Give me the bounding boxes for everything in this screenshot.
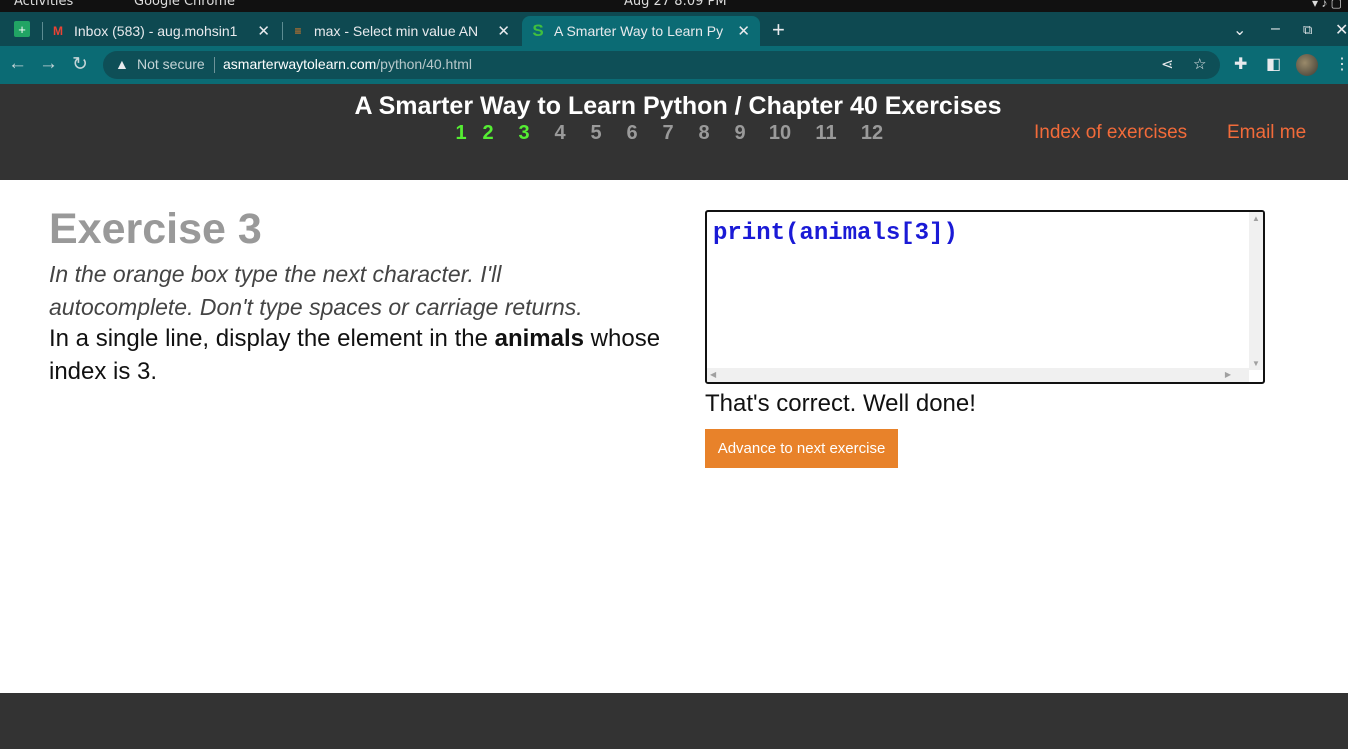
tab-stackoverflow[interactable]: ≡ max - Select min value AN ✕ bbox=[290, 16, 520, 46]
horizontal-scrollbar[interactable]: ◀ ▶ bbox=[707, 368, 1249, 382]
code-text[interactable]: print(animals[3]) bbox=[713, 220, 958, 247]
tab-strip: + M Inbox (583) - aug.mohsin1 ✕ ≡ max - … bbox=[0, 12, 1348, 46]
index-of-exercises-link[interactable]: Index of exercises bbox=[1034, 122, 1187, 144]
extensions-icon[interactable]: ✚ bbox=[1234, 54, 1247, 74]
url-domain: asmarterwaytolearn.com bbox=[223, 56, 377, 72]
exercise-heading: Exercise 3 bbox=[49, 205, 262, 253]
close-window-icon[interactable]: ✕ bbox=[1335, 20, 1348, 40]
tab-title: max - Select min value AN bbox=[314, 23, 479, 39]
url-path: /python/40.html bbox=[376, 56, 473, 72]
system-tray-icons[interactable]: ▾ ♪ ▢ bbox=[1312, 0, 1342, 10]
scroll-left-icon[interactable]: ◀ bbox=[710, 370, 716, 379]
task-text: In a single line, display the element in… bbox=[49, 322, 669, 388]
exercise-number-link[interactable]: 8 bbox=[686, 122, 722, 145]
task-prefix: In a single line, display the element in… bbox=[49, 325, 495, 352]
tab-gmail[interactable]: M Inbox (583) - aug.mohsin1 ✕ bbox=[50, 16, 280, 46]
close-icon[interactable]: ✕ bbox=[737, 22, 750, 40]
exercise-number-nav: 1 2 3 4 5 6 7 8 9 10 11 12 bbox=[452, 122, 894, 145]
exercise-number-link[interactable]: 7 bbox=[650, 122, 686, 145]
close-icon[interactable]: ✕ bbox=[257, 22, 270, 40]
instruction-text: In the orange box type the next characte… bbox=[49, 261, 583, 320]
share-icon[interactable]: ⋖ bbox=[1161, 55, 1174, 73]
app-menu[interactable]: Google Chrome bbox=[134, 0, 235, 9]
tab-title: A Smarter Way to Learn Py bbox=[554, 23, 724, 39]
exercise-number-link[interactable]: 10 bbox=[758, 122, 802, 145]
exercise-number-link[interactable]: 2 bbox=[470, 122, 506, 145]
menu-icon[interactable]: ⋮ bbox=[1334, 54, 1348, 74]
advance-next-exercise-button[interactable]: Advance to next exercise bbox=[705, 429, 898, 468]
stackoverflow-icon: ≡ bbox=[294, 24, 302, 38]
close-icon[interactable]: ✕ bbox=[497, 22, 510, 40]
tab-title: Inbox (583) - aug.mohsin1 bbox=[74, 23, 238, 39]
profile-avatar[interactable] bbox=[1296, 54, 1318, 76]
exercise-number-link[interactable]: 6 bbox=[614, 122, 650, 145]
address-bar[interactable]: ▲ Not secure asmarterwaytolearn.com/pyth… bbox=[103, 51, 1220, 79]
security-label[interactable]: Not secure bbox=[137, 56, 205, 72]
warning-icon[interactable]: ▲ bbox=[115, 56, 129, 72]
back-icon[interactable]: ← bbox=[8, 53, 27, 75]
new-tab-icon[interactable]: + bbox=[772, 17, 785, 43]
reload-icon[interactable]: ↻ bbox=[72, 53, 88, 76]
clock[interactable]: Aug 27 8:09 PM bbox=[624, 0, 727, 9]
tab-search-icon[interactable]: ⌄ bbox=[1233, 20, 1246, 40]
task-keyword: animals bbox=[494, 325, 584, 352]
exercise-number-link[interactable]: 5 bbox=[578, 122, 614, 145]
exercise-number-link[interactable]: 12 bbox=[850, 122, 894, 145]
exercise-number-link[interactable]: 11 bbox=[802, 122, 850, 145]
vertical-scrollbar[interactable]: ▲ ▼ bbox=[1249, 212, 1263, 370]
side-panel-icon[interactable]: ◧ bbox=[1266, 54, 1281, 74]
email-me-link[interactable]: Email me bbox=[1227, 122, 1306, 144]
scroll-down-icon[interactable]: ▼ bbox=[1252, 359, 1260, 368]
scroll-right-icon[interactable]: ▶ bbox=[1225, 370, 1231, 379]
minimize-icon[interactable]: – bbox=[1271, 20, 1280, 38]
feedback-message: That's correct. Well done! bbox=[705, 390, 976, 417]
site-header: A Smarter Way to Learn Python / Chapter … bbox=[0, 84, 1348, 180]
forward-icon[interactable]: → bbox=[39, 53, 58, 75]
tab-separator bbox=[282, 22, 283, 40]
sheets-pinned-tab-icon[interactable]: + bbox=[14, 21, 30, 37]
tab-separator bbox=[42, 22, 43, 40]
restore-icon[interactable]: ⧉ bbox=[1303, 22, 1312, 38]
site-title: A Smarter Way to Learn Python / Chapter … bbox=[354, 92, 1002, 120]
browser-toolbar: ← → ↻ ▲ Not secure asmarterwaytolearn.co… bbox=[0, 46, 1348, 84]
site-s-icon: S bbox=[532, 21, 544, 40]
code-editor[interactable]: print(animals[3]) ▲ ▼ ◀ ▶ bbox=[705, 210, 1265, 384]
exercise-number-link[interactable]: 3 bbox=[506, 122, 542, 145]
os-top-bar: Activities Google Chrome Aug 27 8:09 PM … bbox=[0, 0, 1348, 12]
exercise-number-link[interactable]: 1 bbox=[452, 122, 470, 145]
url-text[interactable]: asmarterwaytolearn.com/python/40.html bbox=[223, 56, 472, 72]
site-footer bbox=[0, 693, 1348, 749]
scroll-up-icon[interactable]: ▲ bbox=[1252, 214, 1260, 223]
gmail-icon: M bbox=[53, 24, 63, 38]
exercise-number-link[interactable]: 4 bbox=[542, 122, 578, 145]
activities-button[interactable]: Activities bbox=[14, 0, 73, 9]
tab-smarter-way[interactable]: S A Smarter Way to Learn Py ✕ bbox=[522, 16, 760, 46]
divider bbox=[214, 57, 215, 73]
bookmark-star-icon[interactable]: ☆ bbox=[1193, 55, 1206, 73]
exercise-number-link[interactable]: 9 bbox=[722, 122, 758, 145]
